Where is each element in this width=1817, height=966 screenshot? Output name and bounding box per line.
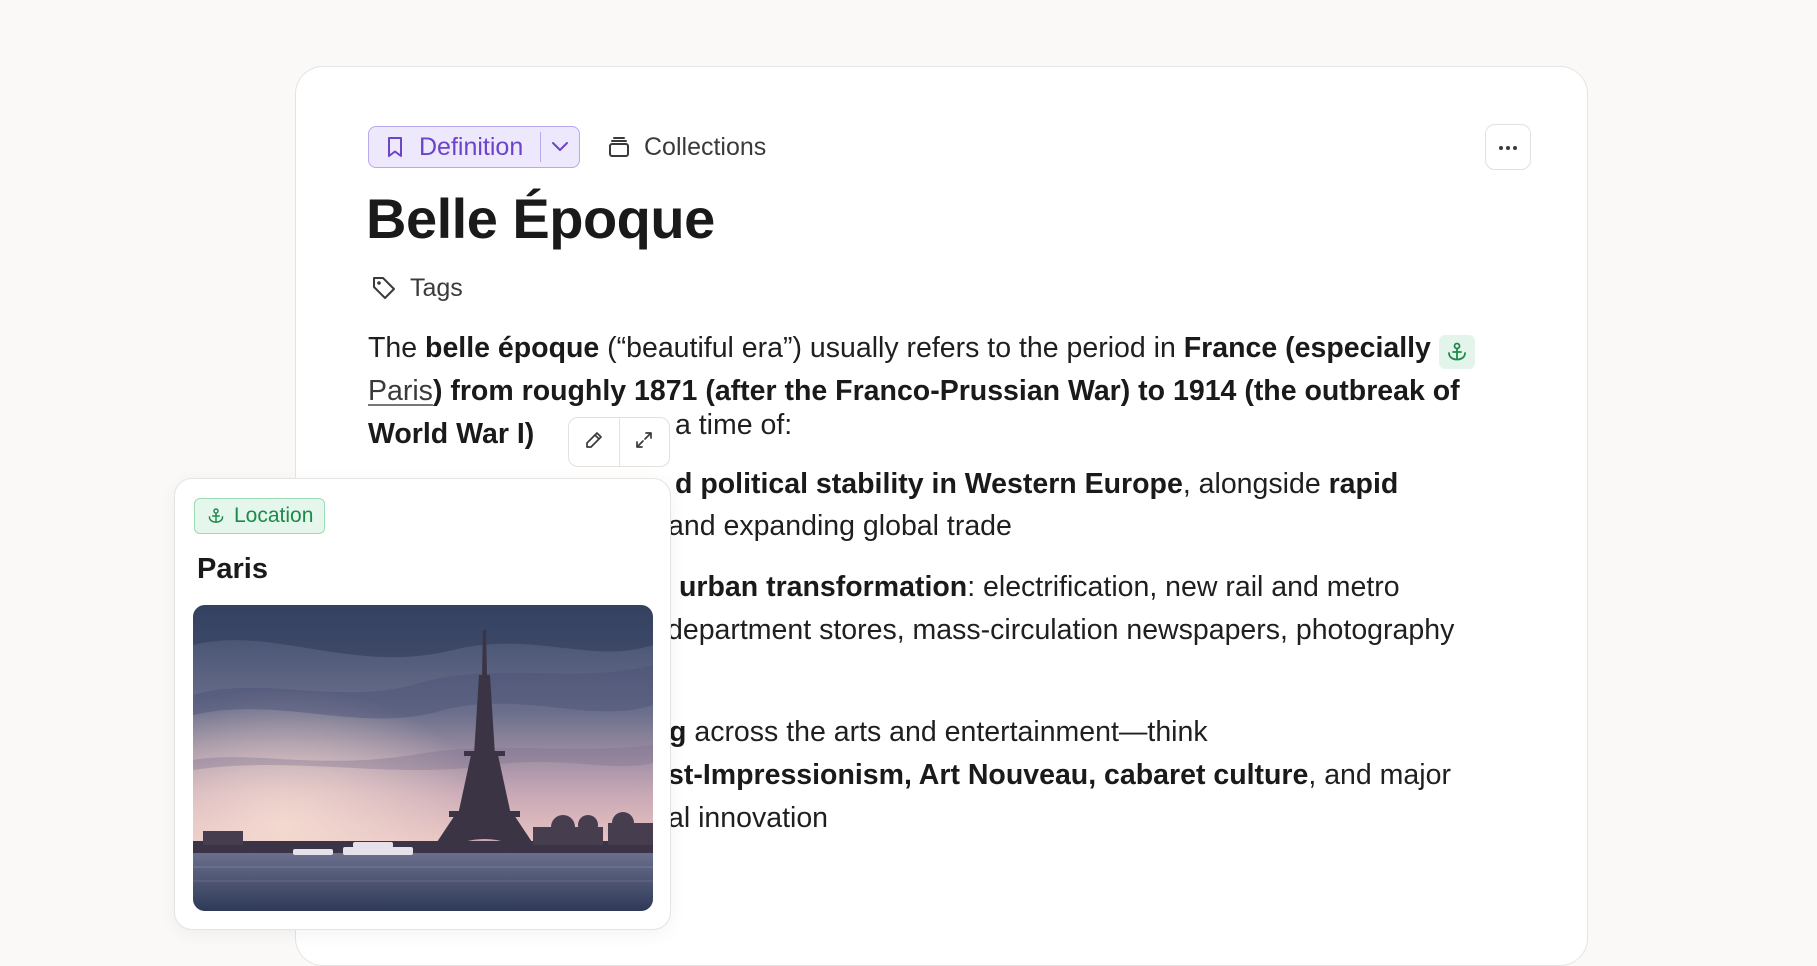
tags-button[interactable]: Tags [370,268,463,308]
text: The [368,332,426,364]
location-badge: Location [194,498,326,534]
bold-text: urban transformation [679,571,968,603]
badge-label: Location [234,504,314,527]
popover-title: Paris [197,553,268,585]
bold-text: ) from roughly 1871 (after the Franco-Pr… [368,375,1460,450]
edit-button[interactable] [569,418,619,466]
collections-button[interactable]: Collections [606,126,766,168]
tag-icon [370,274,398,302]
bold-text: rapid [1328,468,1399,500]
text: and expanding global trade [668,510,1012,542]
type-label: Definition [419,132,524,161]
page-title: Belle Époque [366,187,715,250]
pencil-icon [584,430,604,455]
link-toolbar [568,417,670,467]
text-line: st-Impressionism, Art Nouveau, cabaret c… [668,759,1451,792]
anchor-icon [1438,335,1475,369]
bold-text: France (especially [1183,332,1431,364]
eiffel-tower-photo[interactable] [193,605,653,911]
expand-icon [634,430,654,455]
bold-text: st-Impressionism, Art Nouveau, cabaret c… [668,759,1309,791]
chevron-down-icon[interactable] [541,127,579,167]
more-options-button[interactable] [1485,124,1531,170]
text: , and major [1308,759,1451,791]
type-selector[interactable]: Definition [368,126,580,168]
text: across the arts and entertainment—think [686,716,1208,748]
location-preview-popover: Location Paris [174,478,671,930]
text-line: a time of: [675,409,792,442]
text: , alongside [1182,468,1329,500]
bold-text: g [669,716,687,748]
paris-link[interactable]: Paris [368,375,433,407]
expand-button[interactable] [618,418,670,466]
more-icon [1498,138,1518,156]
anchor-icon [206,506,226,526]
intro-paragraph: The belle époque (“beautiful era”) usual… [368,327,1518,456]
text: al innovation [668,802,829,834]
text-line: urban transformation: electrification, n… [679,571,1400,604]
text-line: department stores, mass-circulation news… [667,614,1454,647]
text: : electrification, new rail and metro [967,571,1400,603]
text: (“beautiful era”) usually refers to the … [599,332,1184,364]
text-line: g across the arts and entertainment—thin… [669,716,1208,749]
bold-text: belle époque [425,332,600,364]
text-line: and expanding global trade [668,510,1012,543]
text-line: d political stability in Western Europe,… [675,468,1398,501]
text-line: al innovation [668,802,828,835]
bookmark-icon [383,135,407,159]
tags-label: Tags [410,273,463,302]
collections-label: Collections [644,132,767,161]
bold-text: d political stability in Western Europe [675,468,1183,500]
text: a time of: [675,409,793,441]
collections-icon [606,134,632,160]
text: department stores, mass-circulation news… [667,614,1455,646]
